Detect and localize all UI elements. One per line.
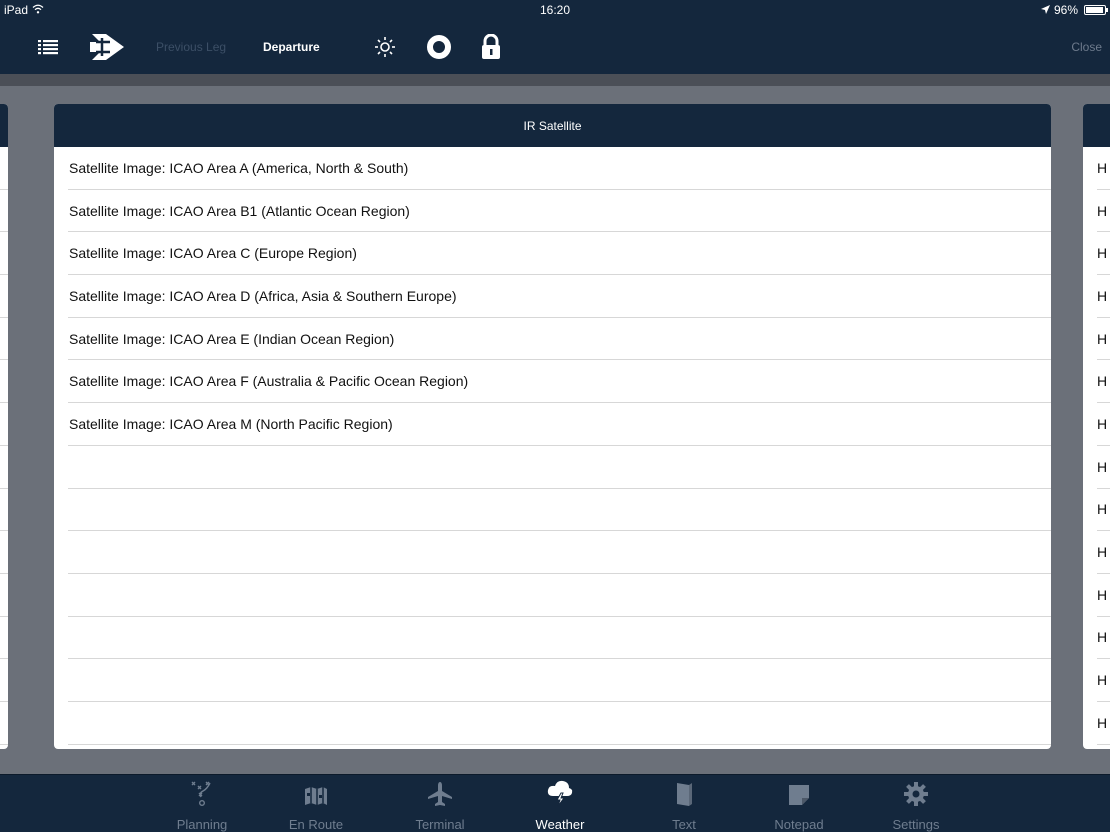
tab-en-route[interactable]: En Route	[276, 775, 356, 832]
list-item[interactable]: H	[1097, 147, 1110, 190]
tab-text-label: Text	[672, 817, 696, 832]
list-item[interactable]	[0, 275, 8, 318]
list-item[interactable]: H	[1097, 318, 1110, 361]
list-item[interactable]: H	[1097, 275, 1110, 318]
brightness-icon[interactable]	[373, 20, 397, 74]
list-item[interactable]: Satellite Image: ICAO Area B1 (Atlantic …	[68, 190, 1051, 233]
list-item[interactable]: H	[1097, 360, 1110, 404]
tab-terminal[interactable]: Terminal	[400, 775, 480, 832]
list-item[interactable]: H	[1097, 232, 1110, 276]
lock-icon[interactable]	[478, 20, 504, 74]
gear-icon	[876, 775, 956, 807]
status-bar: iPad 16:20 96%	[0, 0, 1110, 20]
list-item[interactable]	[0, 403, 8, 446]
list-item[interactable]: Satellite Image: ICAO Area F (Australia …	[68, 360, 1051, 404]
list-item[interactable]	[0, 190, 8, 233]
list-item[interactable]	[0, 617, 8, 660]
tab-weather[interactable]: Weather	[520, 775, 600, 832]
list-item[interactable]: H	[1097, 617, 1110, 660]
status-time: 16:20	[539, 3, 571, 17]
battery-percent: 96%	[1053, 3, 1078, 17]
lifebuoy-icon[interactable]	[425, 20, 453, 74]
notepad-icon	[759, 775, 839, 807]
route-logo-icon[interactable]	[84, 20, 128, 74]
tab-settings-label: Settings	[892, 817, 940, 832]
list-item[interactable]	[0, 531, 8, 574]
planning-icon	[162, 775, 242, 807]
location-icon	[1040, 3, 1050, 17]
next-panel-header	[1083, 104, 1110, 147]
list-item[interactable]	[0, 232, 8, 276]
tab-settings[interactable]: Settings	[876, 775, 956, 832]
battery-icon	[1084, 5, 1108, 15]
tab-planning-label: Planning	[176, 817, 228, 832]
next-panel[interactable]: H H H H H H H H H H H H H H	[1083, 104, 1110, 749]
list-item[interactable]	[0, 360, 8, 404]
list-item[interactable]: H	[1097, 403, 1110, 446]
list-item[interactable]: H	[1097, 489, 1110, 532]
empty-row	[68, 659, 1051, 702]
list-item[interactable]: Satellite Image: ICAO Area E (Indian Oce…	[68, 318, 1051, 361]
list-item[interactable]: H	[1097, 574, 1110, 617]
list-item[interactable]	[0, 659, 8, 702]
tab-text[interactable]: Text	[644, 775, 724, 832]
close-button[interactable]: Close	[1071, 20, 1102, 74]
tab-weather-label: Weather	[535, 817, 585, 832]
panel-title: IR Satellite	[54, 104, 1051, 147]
empty-row	[68, 574, 1051, 617]
list-item[interactable]	[0, 489, 8, 532]
airplane-icon	[400, 775, 480, 807]
list-item[interactable]: H	[1097, 190, 1110, 233]
tab-planning[interactable]: Planning	[162, 775, 242, 832]
empty-row	[68, 617, 1051, 660]
tab-notepad[interactable]: Notepad	[759, 775, 839, 832]
list-item[interactable]: Satellite Image: ICAO Area C (Europe Reg…	[68, 232, 1051, 276]
list-item[interactable]: Satellite Image: ICAO Area D (Africa, As…	[68, 275, 1051, 318]
empty-row	[68, 489, 1051, 532]
list-item[interactable]: H	[1097, 702, 1110, 745]
departure-button[interactable]: Departure	[263, 20, 320, 74]
list-item[interactable]	[0, 702, 8, 745]
previous-panel[interactable]	[0, 104, 8, 749]
top-toolbar: Previous Leg Departure Close	[0, 20, 1110, 74]
list-item[interactable]	[0, 446, 8, 489]
weather-icon	[520, 775, 600, 807]
list-item[interactable]: Satellite Image: ICAO Area A (America, N…	[68, 147, 1051, 190]
empty-row	[68, 446, 1051, 489]
list-item[interactable]	[0, 318, 8, 361]
previous-leg-button[interactable]: Previous Leg	[156, 20, 226, 74]
bottom-tab-bar: Planning En Route Terminal Weather Text …	[0, 774, 1110, 832]
tab-terminal-label: Terminal	[415, 817, 465, 832]
list-menu-icon[interactable]	[36, 20, 60, 74]
list-item[interactable]	[0, 147, 8, 190]
list-item[interactable]: H	[1097, 531, 1110, 574]
satellite-list: Satellite Image: ICAO Area A (America, N…	[54, 147, 1051, 745]
list-item[interactable]: H	[1097, 659, 1110, 702]
tab-notepad-label: Notepad	[774, 817, 824, 832]
map-icon	[276, 775, 356, 807]
list-item[interactable]	[0, 574, 8, 617]
book-icon	[644, 775, 724, 807]
previous-panel-header	[0, 104, 8, 147]
toolbar-divider	[0, 74, 1110, 86]
empty-row	[68, 531, 1051, 574]
list-item[interactable]: H	[1097, 446, 1110, 489]
ir-satellite-panel: IR Satellite Satellite Image: ICAO Area …	[54, 104, 1051, 749]
tab-en-route-label: En Route	[288, 817, 344, 832]
empty-row	[68, 702, 1051, 745]
list-item[interactable]: Satellite Image: ICAO Area M (North Paci…	[68, 403, 1051, 446]
